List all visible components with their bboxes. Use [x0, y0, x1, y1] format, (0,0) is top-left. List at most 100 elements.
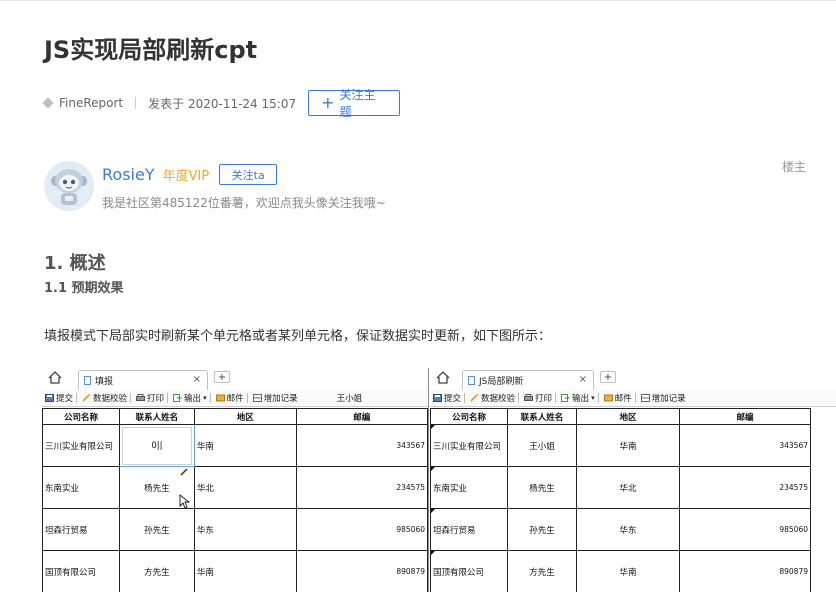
email-button[interactable]: 邮件	[215, 392, 244, 404]
right-data-table: 公司名称 联系人姓名 地区 邮编 三川实业有限公司 王小姐 华南 343567 …	[430, 408, 811, 592]
add-record-label: 增加记录	[263, 394, 298, 404]
tab-js-refresh[interactable]: JS局部刷新 ×	[462, 370, 594, 390]
export-button[interactable]: 输出 ▾	[173, 392, 207, 404]
zip-cell[interactable]: 890879	[679, 550, 811, 592]
zip-cell[interactable]: 234575	[295, 466, 428, 509]
mail-icon	[215, 394, 225, 402]
author-name[interactable]: RosieY	[102, 165, 155, 184]
region-cell[interactable]: 华东	[576, 508, 680, 551]
close-icon[interactable]: ×	[579, 374, 587, 385]
region-cell[interactable]: 华南	[576, 424, 680, 467]
submit-button[interactable]: 提交	[45, 392, 73, 404]
company-cell[interactable]: 东南实业	[42, 466, 120, 509]
region-cell[interactable]: 华南	[576, 550, 680, 592]
contact-cell[interactable]: 孙先生	[118, 508, 195, 551]
vip-badge: 年度VIP	[162, 169, 210, 184]
contact-cell[interactable]: 方先生	[507, 550, 577, 592]
company-cell[interactable]: 坦森行贸易	[430, 508, 508, 551]
export-icon	[561, 394, 570, 402]
toolbar-separator	[246, 393, 248, 403]
validate-label: 数据校验	[481, 394, 516, 404]
contact-cell[interactable]: 孙先生	[507, 508, 577, 551]
follow-author-button[interactable]: 关注ta	[219, 164, 278, 185]
company-cell[interactable]: 三川实业有限公司	[42, 424, 120, 467]
avatar[interactable]	[44, 161, 94, 211]
table-row: 国顶有限公司 方先生 华南 890879	[430, 550, 811, 592]
company-cell[interactable]: 三川实业有限公司	[430, 424, 508, 467]
table-row: 坦森行贸易 孙先生 华东 985060	[430, 508, 811, 551]
topic-tag-link[interactable]: FineReport	[59, 96, 123, 110]
zip-cell[interactable]: 343567	[679, 424, 811, 467]
contact-cell-editing[interactable]: 0||	[118, 424, 195, 467]
region-cell[interactable]: 华北	[576, 466, 680, 509]
table-row: 三川实业有限公司 0|| 华南 343567	[42, 424, 428, 467]
add-record-button[interactable]: 增加记录	[640, 392, 686, 404]
follow-topic-label: 关注主题	[339, 88, 376, 119]
toolbar-separator	[555, 393, 557, 403]
publish-time: 发表于 2020-11-24 15:07	[148, 96, 297, 111]
pane-divider	[428, 368, 429, 592]
company-cell[interactable]: 国顶有限公司	[42, 550, 120, 592]
validate-button[interactable]: 数据校验	[470, 392, 515, 404]
zip-cell[interactable]: 985060	[295, 508, 428, 551]
article-title: JS实现局部刷新cpt	[44, 36, 258, 64]
table-header-row: 公司名称 联系人姓名 地区 邮编	[42, 408, 428, 425]
toolbar-separator	[634, 393, 636, 403]
region-cell[interactable]: 华南	[193, 424, 297, 467]
company-cell[interactable]: 东南实业	[430, 466, 508, 509]
toolbar-separator	[518, 393, 520, 403]
export-button[interactable]: 输出 ▾	[561, 392, 595, 404]
contact-cell[interactable]: 杨先生	[507, 466, 577, 509]
region-cell[interactable]: 华东	[193, 508, 297, 551]
subsection-heading: 1.1 预期效果	[44, 281, 124, 296]
contact-cell[interactable]: 王小姐	[507, 424, 577, 467]
floor-label: 楼主	[782, 160, 807, 174]
export-icon	[173, 394, 182, 402]
submit-label: 提交	[56, 394, 74, 404]
print-button[interactable]: 打印	[524, 392, 552, 404]
plus-icon: +	[321, 93, 335, 112]
wand-icon	[82, 394, 91, 402]
submit-button[interactable]: 提交	[433, 392, 461, 404]
home-icon[interactable]	[436, 371, 450, 384]
zip-cell[interactable]: 343567	[295, 424, 428, 467]
contact-cell[interactable]: 方先生	[118, 550, 195, 592]
cell-editor-input[interactable]: 0||	[121, 426, 192, 465]
zip-cell[interactable]: 234575	[679, 466, 811, 509]
left-toolbar: 提交 数据校验 打印 输出 ▾ 邮件 增加记录 王小姐	[42, 390, 428, 407]
zip-cell[interactable]: 890879	[295, 550, 428, 592]
add-tab-button[interactable]: +	[214, 371, 230, 383]
chevron-down-icon: ▾	[203, 394, 207, 402]
company-cell[interactable]: 国顶有限公司	[430, 550, 508, 592]
validate-button[interactable]: 数据校验	[82, 392, 127, 404]
print-label: 打印	[535, 394, 553, 404]
left-report-pane: 填报 × + 提交 数据校验 打印 输出 ▾ 邮件 增加记录 王小姐 公司名称 …	[42, 368, 428, 592]
zip-cell[interactable]: 985060	[679, 508, 811, 551]
wand-icon	[470, 394, 479, 402]
region-cell[interactable]: 华南	[193, 550, 297, 592]
home-icon[interactable]	[48, 371, 62, 384]
robot-avatar-icon	[44, 161, 94, 211]
add-record-button[interactable]: 增加记录	[252, 392, 298, 404]
tab-fill[interactable]: 填报 ×	[78, 370, 208, 390]
meta-separator	[135, 97, 137, 109]
table-header-cell: 地区	[193, 408, 297, 425]
close-icon[interactable]: ×	[193, 374, 201, 385]
print-button[interactable]: 打印	[136, 392, 164, 404]
export-label: 输出	[184, 394, 202, 404]
toolbar-separator	[76, 393, 78, 403]
table-header-cell: 公司名称	[42, 408, 120, 425]
mouse-cursor-icon	[179, 494, 190, 509]
company-cell[interactable]: 坦森行贸易	[42, 508, 120, 551]
table-header-cell: 联系人姓名	[118, 408, 195, 425]
email-label: 邮件	[614, 394, 632, 404]
tag-icon	[42, 97, 54, 109]
region-cell[interactable]: 华北	[193, 466, 297, 509]
email-button[interactable]: 邮件	[603, 392, 632, 404]
printer-icon	[524, 394, 534, 401]
left-data-table: 公司名称 联系人姓名 地区 邮编 三川实业有限公司 0|| 华南 343567 …	[42, 408, 428, 592]
follow-topic-button[interactable]: + 关注主题	[308, 88, 401, 119]
add-tab-button[interactable]: +	[600, 371, 616, 383]
submit-label: 提交	[444, 394, 462, 404]
author-description: 我是社区第485122位番薯，欢迎点我头像关注我哦~	[102, 196, 386, 210]
